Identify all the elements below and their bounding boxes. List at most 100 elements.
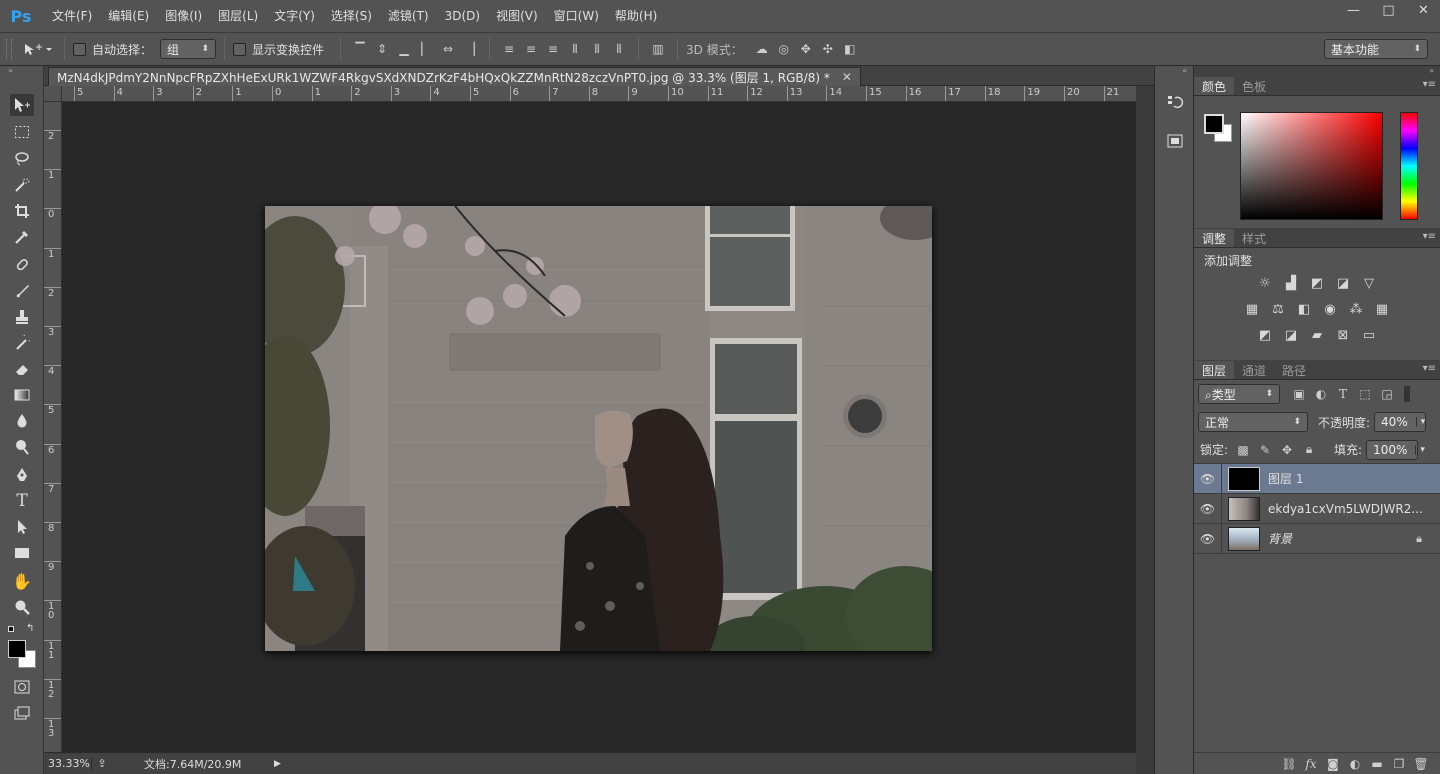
brush-tool-icon[interactable] — [10, 280, 34, 302]
3d-roll-icon[interactable]: ◎ — [775, 39, 793, 59]
align-bottom-icon[interactable]: ▁ — [395, 39, 413, 59]
tab-styles[interactable]: 样式 — [1234, 229, 1274, 247]
auto-align-icon[interactable]: ▥ — [649, 39, 667, 59]
gradient-tool-icon[interactable] — [10, 384, 34, 406]
invert-icon[interactable]: ◩ — [1255, 327, 1275, 343]
default-colors-icon[interactable] — [8, 626, 14, 632]
tab-adjustments[interactable]: 调整 — [1194, 229, 1235, 247]
properties-panel-icon[interactable] — [1164, 130, 1186, 152]
vertical-ruler[interactable]: 2101234567891 01 11 21 3 — [44, 102, 62, 752]
filter-type-icon[interactable]: T — [1334, 384, 1352, 404]
layer-row[interactable]: 👁︎ ekdya1cxVm5LWDJWR2... — [1194, 493, 1440, 524]
menu-filter[interactable]: 滤镜(T) — [380, 0, 437, 32]
tab-paths[interactable]: 路径 — [1274, 361, 1314, 379]
lasso-tool-icon[interactable] — [10, 148, 34, 170]
menu-3d[interactable]: 3D(D) — [437, 0, 488, 32]
black-white-icon[interactable]: ◧ — [1294, 301, 1314, 317]
selective-color-icon[interactable]: ⊠ — [1333, 327, 1353, 343]
workspace-dropdown[interactable]: 基本功能 ⬍ — [1324, 39, 1428, 59]
align-vcenter-icon[interactable]: ⇕ — [373, 39, 391, 59]
status-menu-arrow-icon[interactable]: ▶ — [274, 759, 281, 769]
3d-rotate-icon[interactable]: ☁ — [753, 39, 771, 59]
distribute-top-icon[interactable]: ≡ — [500, 39, 518, 59]
panel-menu-icon[interactable]: ▾≡ — [1423, 231, 1436, 242]
3d-pan-icon[interactable]: ✥ — [797, 39, 815, 59]
filter-toggle[interactable] — [1404, 386, 1410, 402]
quick-mask-icon[interactable] — [10, 676, 34, 698]
menu-file[interactable]: 文件(F) — [44, 0, 100, 32]
options-grip[interactable] — [6, 39, 12, 59]
history-brush-tool-icon[interactable] — [10, 332, 34, 354]
fx-icon[interactable]: fx — [1302, 754, 1320, 774]
new-group-icon[interactable]: ▬ — [1368, 754, 1386, 774]
marquee-tool-icon[interactable] — [10, 121, 34, 143]
tab-channels[interactable]: 通道 — [1234, 361, 1274, 379]
delete-layer-icon[interactable]: 🗑︎ — [1412, 754, 1430, 774]
lock-transparent-icon[interactable]: ▩ — [1234, 440, 1252, 460]
layer-filter-dropdown[interactable]: ⌕类型 ⬍ — [1198, 384, 1280, 404]
3d-scale-icon[interactable]: ◧ — [841, 39, 859, 59]
filter-pixel-icon[interactable]: ▣ — [1290, 384, 1308, 404]
tab-layers[interactable]: 图层 — [1194, 361, 1235, 379]
curves-icon[interactable]: ◩ — [1307, 275, 1327, 291]
menu-image[interactable]: 图像(I) — [157, 0, 210, 32]
distribute-vcenter-icon[interactable]: ≡ — [522, 39, 540, 59]
link-layers-icon[interactable]: ⛓ — [1280, 754, 1298, 774]
collapse-icon[interactable]: » — [0, 66, 43, 76]
add-mask-icon[interactable]: ◙ — [1324, 754, 1342, 774]
color-fg-swatch[interactable] — [1204, 114, 1224, 134]
photo-filter-icon[interactable]: ◉ — [1320, 301, 1340, 317]
color-field[interactable] — [1240, 112, 1383, 220]
show-transform-checkbox[interactable] — [233, 42, 247, 56]
auto-select-dropdown[interactable]: 组 ⬍ — [160, 39, 217, 59]
tab-color[interactable]: 颜色 — [1194, 77, 1235, 95]
hue-saturation-icon[interactable]: ▦ — [1242, 301, 1262, 317]
vibrance-icon[interactable]: ▽ — [1359, 275, 1379, 291]
filter-smart-icon[interactable]: ◲ — [1378, 384, 1396, 404]
lock-image-icon[interactable]: ✎ — [1256, 440, 1274, 460]
fill-field[interactable]: 100% ▾ — [1366, 439, 1425, 460]
menu-help[interactable]: 帮助(H) — [607, 0, 665, 32]
stamp-tool-icon[interactable] — [10, 306, 34, 328]
path-selection-tool-icon[interactable] — [10, 516, 34, 538]
blend-mode-dropdown[interactable]: 正常 ⬍ — [1198, 412, 1308, 432]
dodge-tool-icon[interactable] — [10, 436, 34, 458]
layer-row[interactable]: 👁︎ 背景 🔒︎ — [1194, 523, 1440, 554]
ruler-origin[interactable] — [44, 86, 62, 102]
type-tool-icon[interactable]: T — [10, 490, 34, 512]
eye-icon[interactable]: 👁︎ — [1194, 493, 1222, 524]
horizontal-ruler[interactable]: 5 4 3 2 1 0 1 2 3 4 5 6 7 8 9 10 11 12 13 14 15 16 17 18 19 20 21 — [62, 86, 1136, 102]
threshold-icon[interactable]: ▰ — [1307, 327, 1327, 343]
3d-slide-icon[interactable]: ✣ — [819, 39, 837, 59]
close-tab-icon[interactable]: ✕ — [842, 70, 852, 84]
distribute-right-icon[interactable]: ⦀ — [610, 39, 628, 59]
align-left-icon[interactable]: ▏ — [417, 39, 435, 59]
brightness-icon[interactable]: ☼ — [1255, 275, 1275, 291]
new-adjustment-icon[interactable]: ◐ — [1346, 754, 1364, 774]
eye-icon[interactable]: 👁︎ — [1194, 463, 1222, 494]
menu-select[interactable]: 选择(S) — [323, 0, 380, 32]
hand-tool-icon[interactable]: ✋ — [10, 570, 34, 592]
screen-mode-icon[interactable] — [10, 702, 34, 724]
distribute-bottom-icon[interactable]: ≡ — [544, 39, 562, 59]
move-tool-icon[interactable] — [10, 94, 34, 116]
posterize-icon[interactable]: ◪ — [1281, 327, 1301, 343]
levels-icon[interactable]: ▟ — [1281, 275, 1301, 291]
lock-position-icon[interactable]: ✥ — [1278, 440, 1296, 460]
filter-adjustment-icon[interactable]: ◐ — [1312, 384, 1330, 404]
expand-panels-icon[interactable]: « — [1155, 66, 1193, 76]
align-right-icon[interactable]: ▕ — [461, 39, 479, 59]
foreground-color-swatch[interactable] — [8, 640, 26, 658]
zoom-level[interactable]: 33.33% — [44, 757, 92, 770]
history-panel-icon[interactable] — [1164, 92, 1186, 114]
export-icon[interactable]: ⇪ — [92, 757, 112, 770]
align-top-icon[interactable]: ▔ — [351, 39, 369, 59]
move-tool-preset-icon[interactable] — [20, 39, 54, 59]
hue-slider[interactable] — [1400, 112, 1418, 220]
canvas-area[interactable] — [62, 102, 1136, 752]
eye-icon[interactable]: 👁︎ — [1194, 523, 1222, 554]
color-lookup-icon[interactable]: ▦ — [1372, 301, 1392, 317]
swap-colors-icon[interactable]: ↰ — [26, 623, 34, 634]
layer-row[interactable]: 👁︎ 图层 1 — [1194, 463, 1440, 494]
blur-tool-icon[interactable] — [10, 410, 34, 432]
